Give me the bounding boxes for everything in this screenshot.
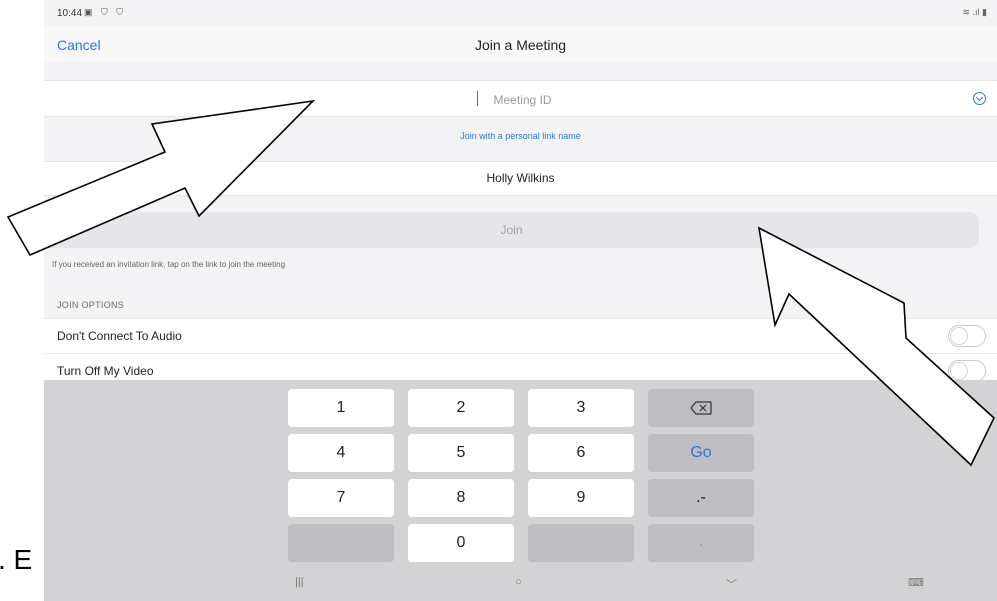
key-4[interactable]: 4 xyxy=(288,434,394,472)
system-nav-bar: ||| ○ ﹀ ⌨ xyxy=(44,566,997,601)
audio-toggle[interactable] xyxy=(948,325,986,347)
text-caret xyxy=(477,91,478,106)
key-0[interactable]: 0 xyxy=(408,524,514,562)
key-8[interactable]: 8 xyxy=(408,479,514,517)
personal-link-button[interactable]: Join with a personal link name xyxy=(44,131,997,141)
blank-key-right[interactable] xyxy=(528,524,634,562)
numeric-keyboard: 1 2 3 4 5 6 Go 7 8 9 .- 0 , ||| ○ ﹀ ⌨ xyxy=(44,380,997,601)
comma-key[interactable]: , xyxy=(648,524,754,562)
key-9[interactable]: 9 xyxy=(528,479,634,517)
status-time: 10:44 xyxy=(57,8,83,19)
nav-bar: Cancel Join a Meeting xyxy=(44,26,997,62)
key-3[interactable]: 3 xyxy=(528,389,634,427)
recent-apps-button[interactable]: ||| xyxy=(295,576,304,588)
keyboard-switch-icon[interactable]: ⌨ xyxy=(908,576,924,589)
option-audio: Don't Connect To Audio xyxy=(44,318,997,353)
key-1[interactable]: 1 xyxy=(288,389,394,427)
invitation-hint: If you received an invitation link, tap … xyxy=(52,260,286,269)
dot-dash-key[interactable]: .- xyxy=(648,479,754,517)
home-button[interactable]: ○ xyxy=(515,576,522,588)
option-audio-label: Don't Connect To Audio xyxy=(57,329,182,343)
name-row[interactable]: Holly Wilkins xyxy=(44,161,997,196)
join-button[interactable]: Join xyxy=(44,212,979,248)
left-margin-text: . E xyxy=(0,540,44,601)
key-5[interactable]: 5 xyxy=(408,434,514,472)
backspace-key[interactable] xyxy=(648,389,754,427)
meeting-id-row xyxy=(44,80,997,118)
page-title: Join a Meeting xyxy=(474,37,567,53)
overlay-text: . E xyxy=(0,544,33,575)
join-options-heading: JOIN OPTIONS xyxy=(57,300,125,310)
app-screen: 10:44 ▣ ⛉ ⛉ ≋ .ıl ▮ Cancel Join a Meetin… xyxy=(44,0,997,601)
key-6[interactable]: 6 xyxy=(528,434,634,472)
signal-battery-icons: ≋ .ıl ▮ xyxy=(962,7,988,17)
notification-icons: ▣ ⛉ ⛉ xyxy=(84,7,127,17)
status-bar: 10:44 ▣ ⛉ ⛉ ≋ .ıl ▮ xyxy=(44,0,997,26)
backspace-icon xyxy=(690,401,712,415)
video-toggle[interactable] xyxy=(948,360,986,382)
hide-keyboard-button[interactable]: ﹀ xyxy=(726,576,737,592)
name-field[interactable]: Holly Wilkins xyxy=(44,162,997,195)
meeting-id-input[interactable] xyxy=(394,81,651,118)
option-video-label: Turn Off My Video xyxy=(57,364,154,378)
blank-key-left[interactable] xyxy=(288,524,394,562)
key-7[interactable]: 7 xyxy=(288,479,394,517)
chevron-down-icon[interactable] xyxy=(973,92,986,105)
go-key[interactable]: Go xyxy=(648,434,754,472)
key-2[interactable]: 2 xyxy=(408,389,514,427)
